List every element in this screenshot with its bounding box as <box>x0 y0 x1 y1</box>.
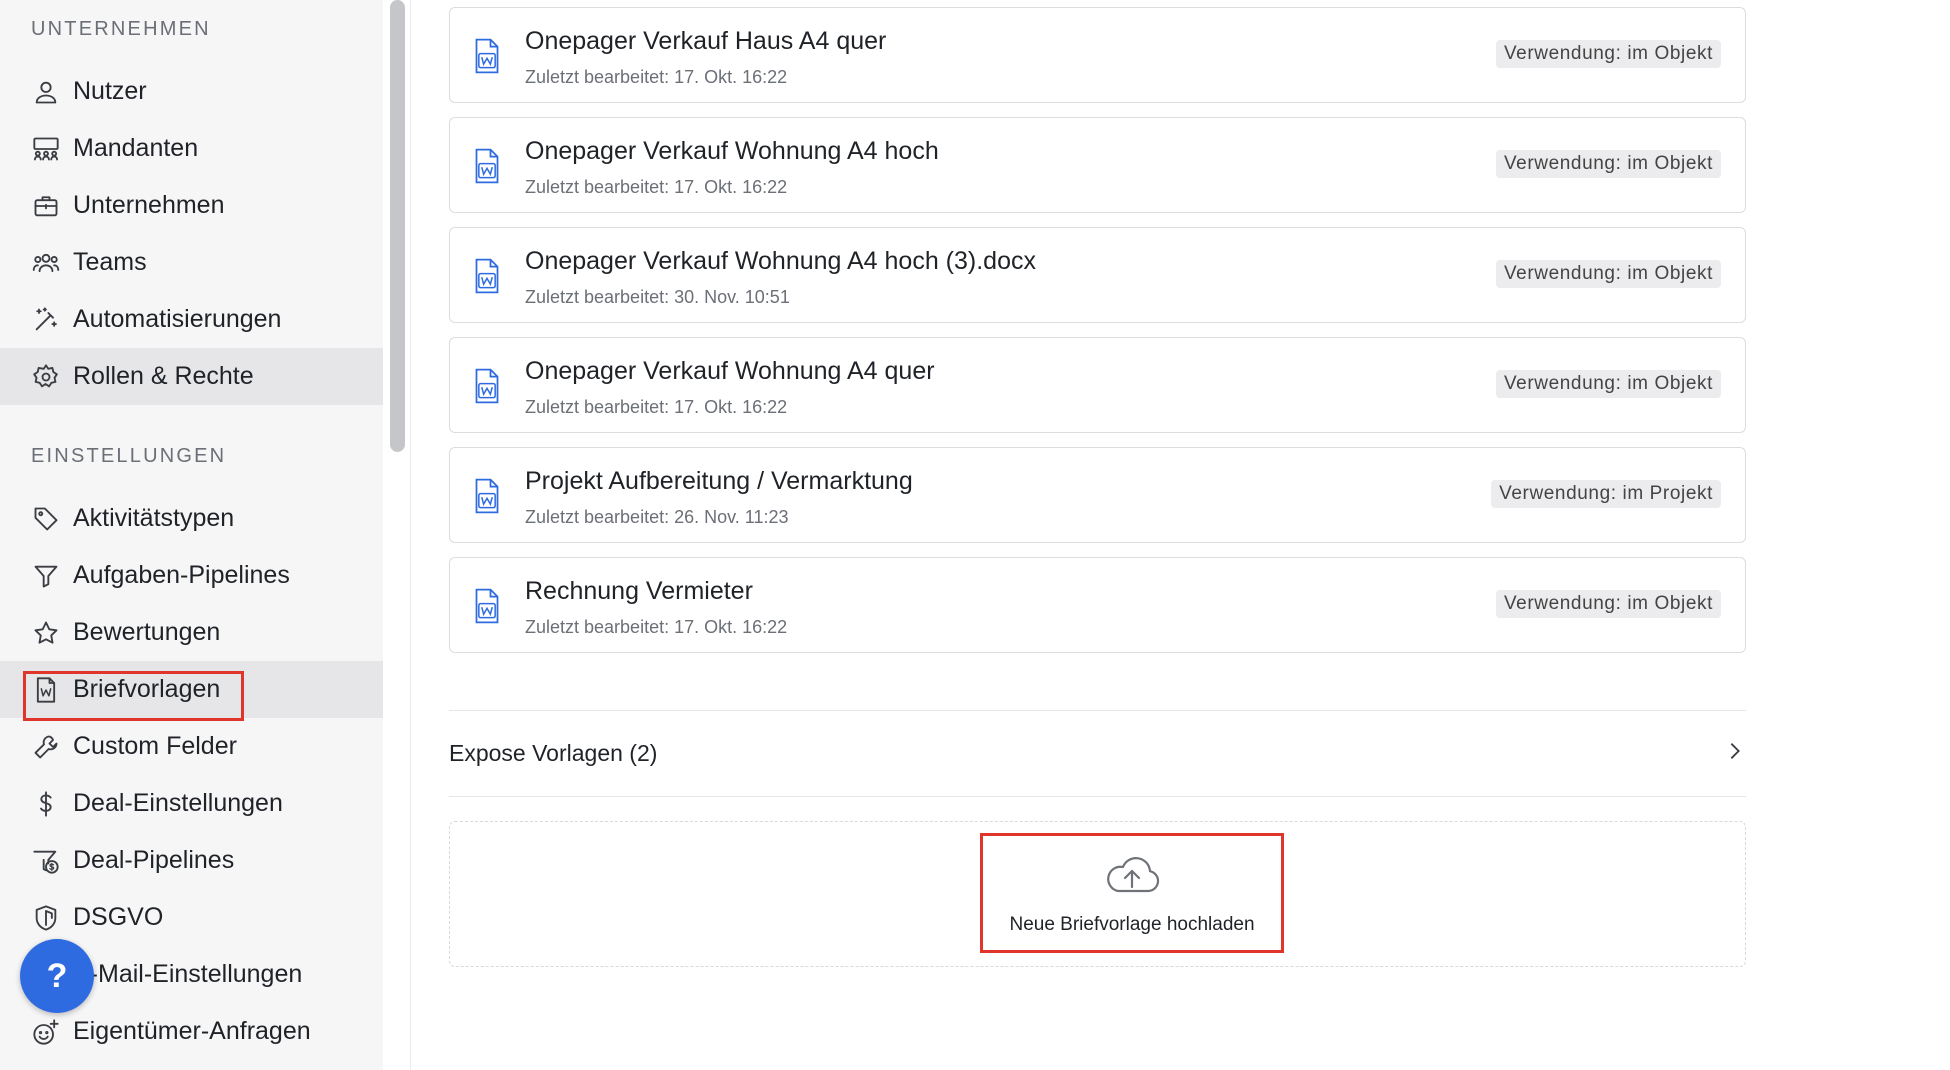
usage-badge: Verwendung: im Objekt <box>1495 590 1721 618</box>
sidebar-item-briefvorlagen[interactable]: Briefvorlagen <box>0 661 383 718</box>
word-file-icon <box>475 258 499 294</box>
dollar-filter-icon <box>31 846 61 876</box>
sidebar-item-label: Rollen & Rechte <box>73 362 254 390</box>
sidebar-item-bewertungen[interactable]: Bewertungen <box>0 604 383 661</box>
briefcase-icon <box>31 191 61 221</box>
sidebar-item-unternehmen[interactable]: Unternehmen <box>0 177 383 234</box>
template-title: Onepager Verkauf Haus A4 quer <box>525 27 887 55</box>
usage-badge: Verwendung: im Objekt <box>1495 260 1721 288</box>
template-last-edited: Zuletzt bearbeitet: 17. Okt. 16:22 <box>525 67 788 87</box>
users-group-icon <box>31 134 61 164</box>
template-card[interactable]: Onepager Verkauf Wohnung A4 quer Zuletzt… <box>449 337 1746 433</box>
section-title-settings: EINSTELLUNGEN <box>31 445 227 467</box>
usage-badge: Verwendung: im Objekt <box>1495 150 1721 178</box>
template-last-edited: Zuletzt bearbeitet: 17. Okt. 16:22 <box>525 617 788 637</box>
sidebar-item-label: Aktivitätstypen <box>73 504 235 532</box>
sidebar-scrollbar[interactable] <box>390 0 405 452</box>
help-button[interactable]: ? <box>20 939 94 1013</box>
sidebar-item-aufgaben-pipelines[interactable]: Aufgaben-Pipelines <box>0 547 383 604</box>
template-title: Onepager Verkauf Wohnung A4 hoch <box>525 137 939 165</box>
sidebar-item-label: DSGVO <box>73 903 164 931</box>
sidebar-item-label: Automatisierungen <box>73 305 282 333</box>
sidebar-item-label: Bewertungen <box>73 618 221 646</box>
sidebar-item-label: Custom Felder <box>73 732 237 760</box>
template-last-edited: Zuletzt bearbeitet: 17. Okt. 16:22 <box>525 177 788 197</box>
template-card[interactable]: Onepager Verkauf Wohnung A4 hoch (3).doc… <box>449 227 1746 323</box>
template-card[interactable]: Onepager Verkauf Wohnung A4 hoch Zuletzt… <box>449 117 1746 213</box>
sidebar-item-deal-pipelines[interactable]: Deal-Pipelines <box>0 832 383 889</box>
divider <box>449 796 1746 797</box>
section-title-company: UNTERNEHMEN <box>31 18 211 40</box>
template-last-edited: Zuletzt bearbeitet: 30. Nov. 10:51 <box>525 287 790 307</box>
upload-template-label: Neue Briefvorlage hochladen <box>1009 913 1255 935</box>
sidebar-item-rollen-rechte[interactable]: Rollen & Rechte <box>0 348 383 405</box>
expose-templates-label: Expose Vorlagen (2) <box>449 739 658 766</box>
sidebar-item-label: E-Mail-Einstellungen <box>73 960 303 988</box>
sidebar-item-label: Teams <box>73 248 147 276</box>
template-card[interactable]: Rechnung Vermieter Zuletzt bearbeitet: 1… <box>449 557 1746 653</box>
usage-badge: Verwendung: im Projekt <box>1491 480 1721 508</box>
sidebar-item-dsgvo[interactable]: DSGVO <box>0 889 383 946</box>
sidebar-item-label: Deal-Einstellungen <box>73 789 283 817</box>
sidebar-item-label: Nutzer <box>73 77 147 105</box>
word-file-icon <box>475 478 499 514</box>
smiley-plus-icon <box>31 1017 61 1047</box>
wrench-icon <box>31 732 61 762</box>
word-file-icon <box>475 38 499 74</box>
dollar-icon <box>31 789 61 819</box>
template-title: Rechnung Vermieter <box>525 577 753 605</box>
template-title: Projekt Aufbereitung / Vermarktung <box>525 467 913 495</box>
sidebar-item-mandanten[interactable]: Mandanten <box>0 120 383 177</box>
usage-badge: Verwendung: im Objekt <box>1495 40 1721 68</box>
magic-wand-icon <box>31 305 61 335</box>
upload-template-button[interactable]: Neue Briefvorlage hochladen <box>980 833 1284 953</box>
word-file-icon <box>475 368 499 404</box>
help-label: ? <box>46 956 68 995</box>
usage-badge: Verwendung: im Objekt <box>1495 370 1721 398</box>
word-document-icon <box>31 675 61 705</box>
template-title: Onepager Verkauf Wohnung A4 quer <box>525 357 935 385</box>
sidebar-item-label: Unternehmen <box>73 191 225 219</box>
template-card[interactable]: Projekt Aufbereitung / Vermarktung Zulet… <box>449 447 1746 543</box>
sidebar-item-teams[interactable]: Teams <box>0 234 383 291</box>
team-icon <box>31 248 61 278</box>
star-icon <box>31 618 61 648</box>
sidebar: UNTERNEHMEN Nutzer Mandanten Unternehmen… <box>0 0 383 1070</box>
sidebar-item-custom-felder[interactable]: Custom Felder <box>0 718 383 775</box>
template-title: Onepager Verkauf Wohnung A4 hoch (3).doc… <box>525 247 1036 275</box>
expose-templates-row[interactable]: Expose Vorlagen (2) <box>449 710 1746 796</box>
word-file-icon <box>475 588 499 624</box>
sidebar-item-aktivitaetstypen[interactable]: Aktivitätstypen <box>0 490 383 547</box>
main-content: Onepager Verkauf Haus A4 quer Zuletzt be… <box>411 0 1950 1070</box>
filter-icon <box>31 561 61 591</box>
sidebar-item-automatisierungen[interactable]: Automatisierungen <box>0 291 383 348</box>
template-card[interactable]: Onepager Verkauf Haus A4 quer Zuletzt be… <box>449 7 1746 103</box>
template-last-edited: Zuletzt bearbeitet: 17. Okt. 16:22 <box>525 397 788 417</box>
gear-icon <box>31 362 61 392</box>
chevron-right-icon <box>1724 740 1746 767</box>
sidebar-item-label: Briefvorlagen <box>73 675 221 703</box>
sidebar-item-label: Mandanten <box>73 134 199 162</box>
sidebar-item-label: Deal-Pipelines <box>73 846 235 874</box>
word-file-icon <box>475 148 499 184</box>
sidebar-item-deal-einstellungen[interactable]: Deal-Einstellungen <box>0 775 383 832</box>
sidebar-item-label: Aufgaben-Pipelines <box>73 561 290 589</box>
template-last-edited: Zuletzt bearbeitet: 26. Nov. 11:23 <box>525 507 789 527</box>
shield-icon <box>31 903 61 933</box>
tag-icon <box>31 504 61 534</box>
sidebar-item-label: Eigentümer-Anfragen <box>73 1017 311 1045</box>
cloud-upload-icon <box>1100 851 1164 904</box>
sidebar-item-nutzer[interactable]: Nutzer <box>0 63 383 120</box>
user-icon <box>31 77 61 107</box>
upload-dropzone[interactable]: Neue Briefvorlage hochladen <box>449 821 1746 967</box>
